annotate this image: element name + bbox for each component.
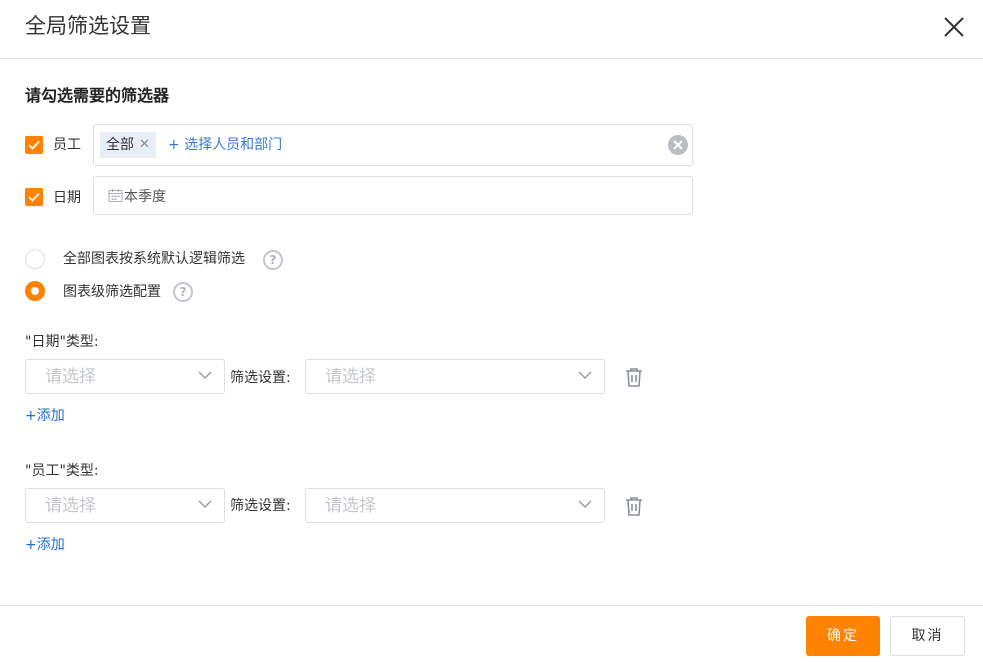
chevron-down-icon bbox=[578, 500, 592, 509]
calendar-icon bbox=[108, 189, 123, 202]
dialog-title: 全局筛选设置 bbox=[25, 14, 151, 38]
close-button[interactable] bbox=[943, 16, 965, 38]
clear-icon[interactable] bbox=[668, 135, 688, 155]
date-setting-select[interactable]: 请选择 bbox=[305, 359, 605, 394]
chevron-down-icon bbox=[198, 500, 212, 509]
employee-setting-select[interactable]: 请选择 bbox=[305, 488, 605, 523]
select-placeholder: 请选择 bbox=[45, 496, 96, 516]
tag-label: 全部 bbox=[106, 137, 134, 153]
date-value: 本季度 bbox=[124, 189, 166, 205]
radio-default-logic-label: 全部图表按系统默认逻辑筛选 bbox=[63, 251, 245, 267]
tag-close-icon[interactable]: ✕ bbox=[139, 132, 150, 158]
dialog-header: 全局筛选设置 bbox=[0, 0, 983, 59]
chevron-down-icon bbox=[198, 371, 212, 380]
select-placeholder: 请选择 bbox=[325, 496, 376, 516]
date-type-label: "日期"类型: bbox=[25, 334, 99, 350]
section-title: 请勾选需要的筛选器 bbox=[25, 86, 170, 105]
radio-chart-level-label: 图表级筛选配置 bbox=[63, 284, 161, 300]
cancel-button[interactable]: 取消 bbox=[890, 616, 965, 656]
radio-chart-level[interactable] bbox=[25, 281, 45, 301]
check-icon bbox=[28, 192, 40, 202]
date-type-select[interactable]: 请选择 bbox=[25, 359, 225, 394]
employee-filter-label: 员工 bbox=[53, 137, 81, 153]
chevron-down-icon bbox=[578, 371, 592, 380]
date-checkbox[interactable] bbox=[25, 188, 43, 206]
filter-setting-label: 筛选设置: bbox=[230, 498, 291, 514]
add-employee-rule-link[interactable]: +添加 bbox=[25, 536, 65, 554]
trash-icon[interactable] bbox=[625, 367, 643, 387]
radio-default-logic[interactable] bbox=[25, 249, 45, 269]
date-filter-label: 日期 bbox=[53, 190, 81, 206]
global-filter-dialog: 全局筛选设置 请勾选需要的筛选器 员工 全部 ✕ + 选择人员和部门 日期 本季… bbox=[0, 0, 983, 662]
help-icon[interactable]: ? bbox=[173, 282, 193, 302]
selected-tag: 全部 ✕ bbox=[100, 132, 156, 158]
employee-picker[interactable]: 全部 ✕ + 选择人员和部门 bbox=[93, 124, 693, 166]
confirm-button[interactable]: 确定 bbox=[806, 616, 880, 656]
close-icon bbox=[944, 17, 964, 37]
trash-icon[interactable] bbox=[625, 496, 643, 516]
date-picker[interactable]: 本季度 bbox=[93, 176, 693, 215]
select-placeholder: 请选择 bbox=[325, 367, 376, 387]
check-icon bbox=[28, 140, 40, 150]
employee-type-label: "员工"类型: bbox=[25, 463, 99, 479]
filter-setting-label: 筛选设置: bbox=[230, 370, 291, 386]
employee-checkbox[interactable] bbox=[25, 136, 43, 154]
add-date-rule-link[interactable]: +添加 bbox=[25, 407, 65, 425]
employee-type-select[interactable]: 请选择 bbox=[25, 488, 225, 523]
help-icon[interactable]: ? bbox=[263, 250, 283, 270]
add-people-link[interactable]: + 选择人员和部门 bbox=[168, 135, 282, 155]
select-placeholder: 请选择 bbox=[45, 367, 96, 387]
